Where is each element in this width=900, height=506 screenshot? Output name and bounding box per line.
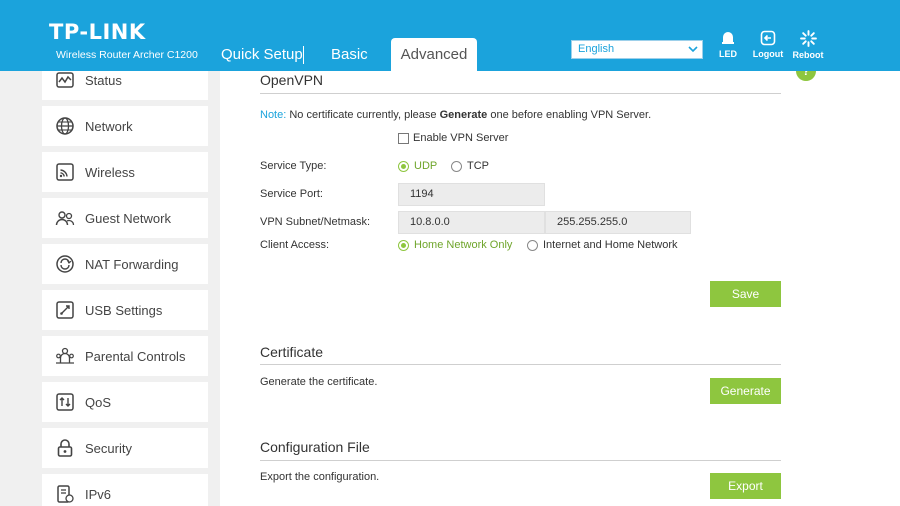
language-select[interactable]: English [571, 40, 703, 59]
save-button[interactable]: Save [710, 281, 781, 307]
tab-basic[interactable]: Basic [331, 38, 368, 71]
sidebar-item-wireless[interactable]: Wireless [42, 152, 208, 192]
sidebar-item-label: IPv6 [85, 486, 112, 502]
section-divider [260, 460, 781, 461]
section-divider [260, 364, 781, 365]
tab-advanced[interactable]: Advanced [391, 38, 477, 71]
qos-icon [56, 393, 74, 411]
service-port-label: Service Port: [260, 188, 323, 200]
usb-icon [56, 301, 74, 319]
help-icon[interactable]: ? [796, 71, 816, 81]
top-header: TP-LINK Wireless Router Archer C1200 Qui… [0, 0, 900, 71]
model-name: Wireless Router Archer C1200 [56, 49, 198, 61]
logout-icon [760, 30, 776, 46]
enable-vpn-checkbox[interactable] [398, 133, 409, 144]
client-access-home-radio[interactable] [398, 240, 409, 251]
sidebar-item-guest-network[interactable]: Guest Network [42, 198, 208, 238]
service-type-tcp-radio[interactable] [451, 161, 462, 172]
note-label: Note: [260, 109, 287, 121]
sidebar-item-qos[interactable]: QoS [42, 382, 208, 422]
service-type-label: Service Type: [260, 160, 327, 172]
ipv6-icon [57, 485, 74, 503]
sidebar-item-nat-forwarding[interactable]: NAT Forwarding [42, 244, 208, 284]
service-port-input[interactable]: 1194 [398, 183, 545, 206]
sidebar-item-label: Security [85, 440, 132, 456]
note-bold: Generate [439, 109, 488, 121]
section-divider [260, 93, 781, 94]
vpn-subnet-label: VPN Subnet/Netmask: [260, 216, 371, 228]
language-select-value: English [578, 43, 615, 55]
service-type-tcp-label[interactable]: TCP [467, 160, 489, 172]
service-type-udp-label[interactable]: UDP [414, 160, 437, 172]
section-title-certificate: Certificate [260, 344, 324, 360]
sidebar-item-parental-controls[interactable]: Parental Controls [42, 336, 208, 376]
wireless-icon [56, 163, 74, 181]
main-content: ? OpenVPN Note: No certificate currently… [220, 71, 900, 506]
sidebar: Status Network Wireless Guest Network NA… [0, 71, 220, 506]
sidebar-item-security[interactable]: Security [42, 428, 208, 468]
sidebar-item-network[interactable]: Network [42, 106, 208, 146]
nat-forwarding-icon [56, 255, 74, 273]
led-button[interactable]: LED [708, 30, 748, 59]
logout-button[interactable]: Logout [748, 30, 788, 59]
client-access-internet-radio[interactable] [527, 240, 538, 251]
sidebar-item-label: Wireless [85, 164, 135, 180]
client-access-label: Client Access: [260, 239, 330, 251]
section-title-configuration-file: Configuration File [260, 439, 370, 455]
note-text: Note: No certificate currently, please G… [260, 109, 651, 121]
brand-logo[interactable]: TP-LINK [49, 21, 146, 43]
led-label: LED [719, 49, 737, 59]
tab-divider [303, 46, 304, 64]
reboot-icon [799, 30, 817, 47]
sidebar-item-label: QoS [85, 394, 112, 410]
service-type-udp-radio[interactable] [398, 161, 409, 172]
sidebar-item-label: Guest Network [85, 210, 171, 226]
status-icon [56, 72, 74, 88]
vpn-netmask-input[interactable]: 255.255.255.0 [545, 211, 691, 234]
certificate-desc: Generate the certificate. [260, 376, 378, 388]
reboot-button[interactable]: Reboot [788, 30, 828, 60]
export-button[interactable]: Export [710, 473, 781, 499]
sidebar-item-label: USB Settings [85, 302, 163, 318]
section-title-openvpn: OpenVPN [260, 72, 324, 88]
note-post: one before enabling VPN Server. [490, 109, 652, 121]
sidebar-item-usb-settings[interactable]: USB Settings [42, 290, 208, 330]
config-file-desc: Export the configuration. [260, 471, 380, 483]
lock-icon [57, 439, 73, 457]
guest-network-icon [55, 211, 75, 226]
globe-icon [56, 117, 74, 135]
client-access-internet-label[interactable]: Internet and Home Network [543, 239, 678, 251]
enable-vpn-label[interactable]: Enable VPN Server [413, 132, 508, 144]
sidebar-item-ipv6[interactable]: IPv6 [42, 474, 208, 506]
parental-controls-icon [56, 347, 74, 364]
bell-icon [722, 32, 734, 44]
note-pre: No certificate currently, please [289, 109, 437, 121]
sidebar-item-label: Parental Controls [85, 348, 186, 364]
client-access-home-label[interactable]: Home Network Only [414, 239, 512, 251]
chevron-down-icon [688, 46, 698, 53]
tab-quick-setup[interactable]: Quick Setup [221, 38, 303, 71]
reboot-label: Reboot [792, 50, 824, 60]
generate-button[interactable]: Generate [710, 378, 781, 404]
sidebar-item-label: NAT Forwarding [85, 256, 179, 272]
logout-label: Logout [752, 49, 784, 59]
sidebar-item-label: Network [85, 118, 133, 134]
sidebar-item-status[interactable]: Status [42, 71, 208, 100]
sidebar-item-label: Status [85, 72, 122, 88]
vpn-subnet-input[interactable]: 10.8.0.0 [398, 211, 545, 234]
